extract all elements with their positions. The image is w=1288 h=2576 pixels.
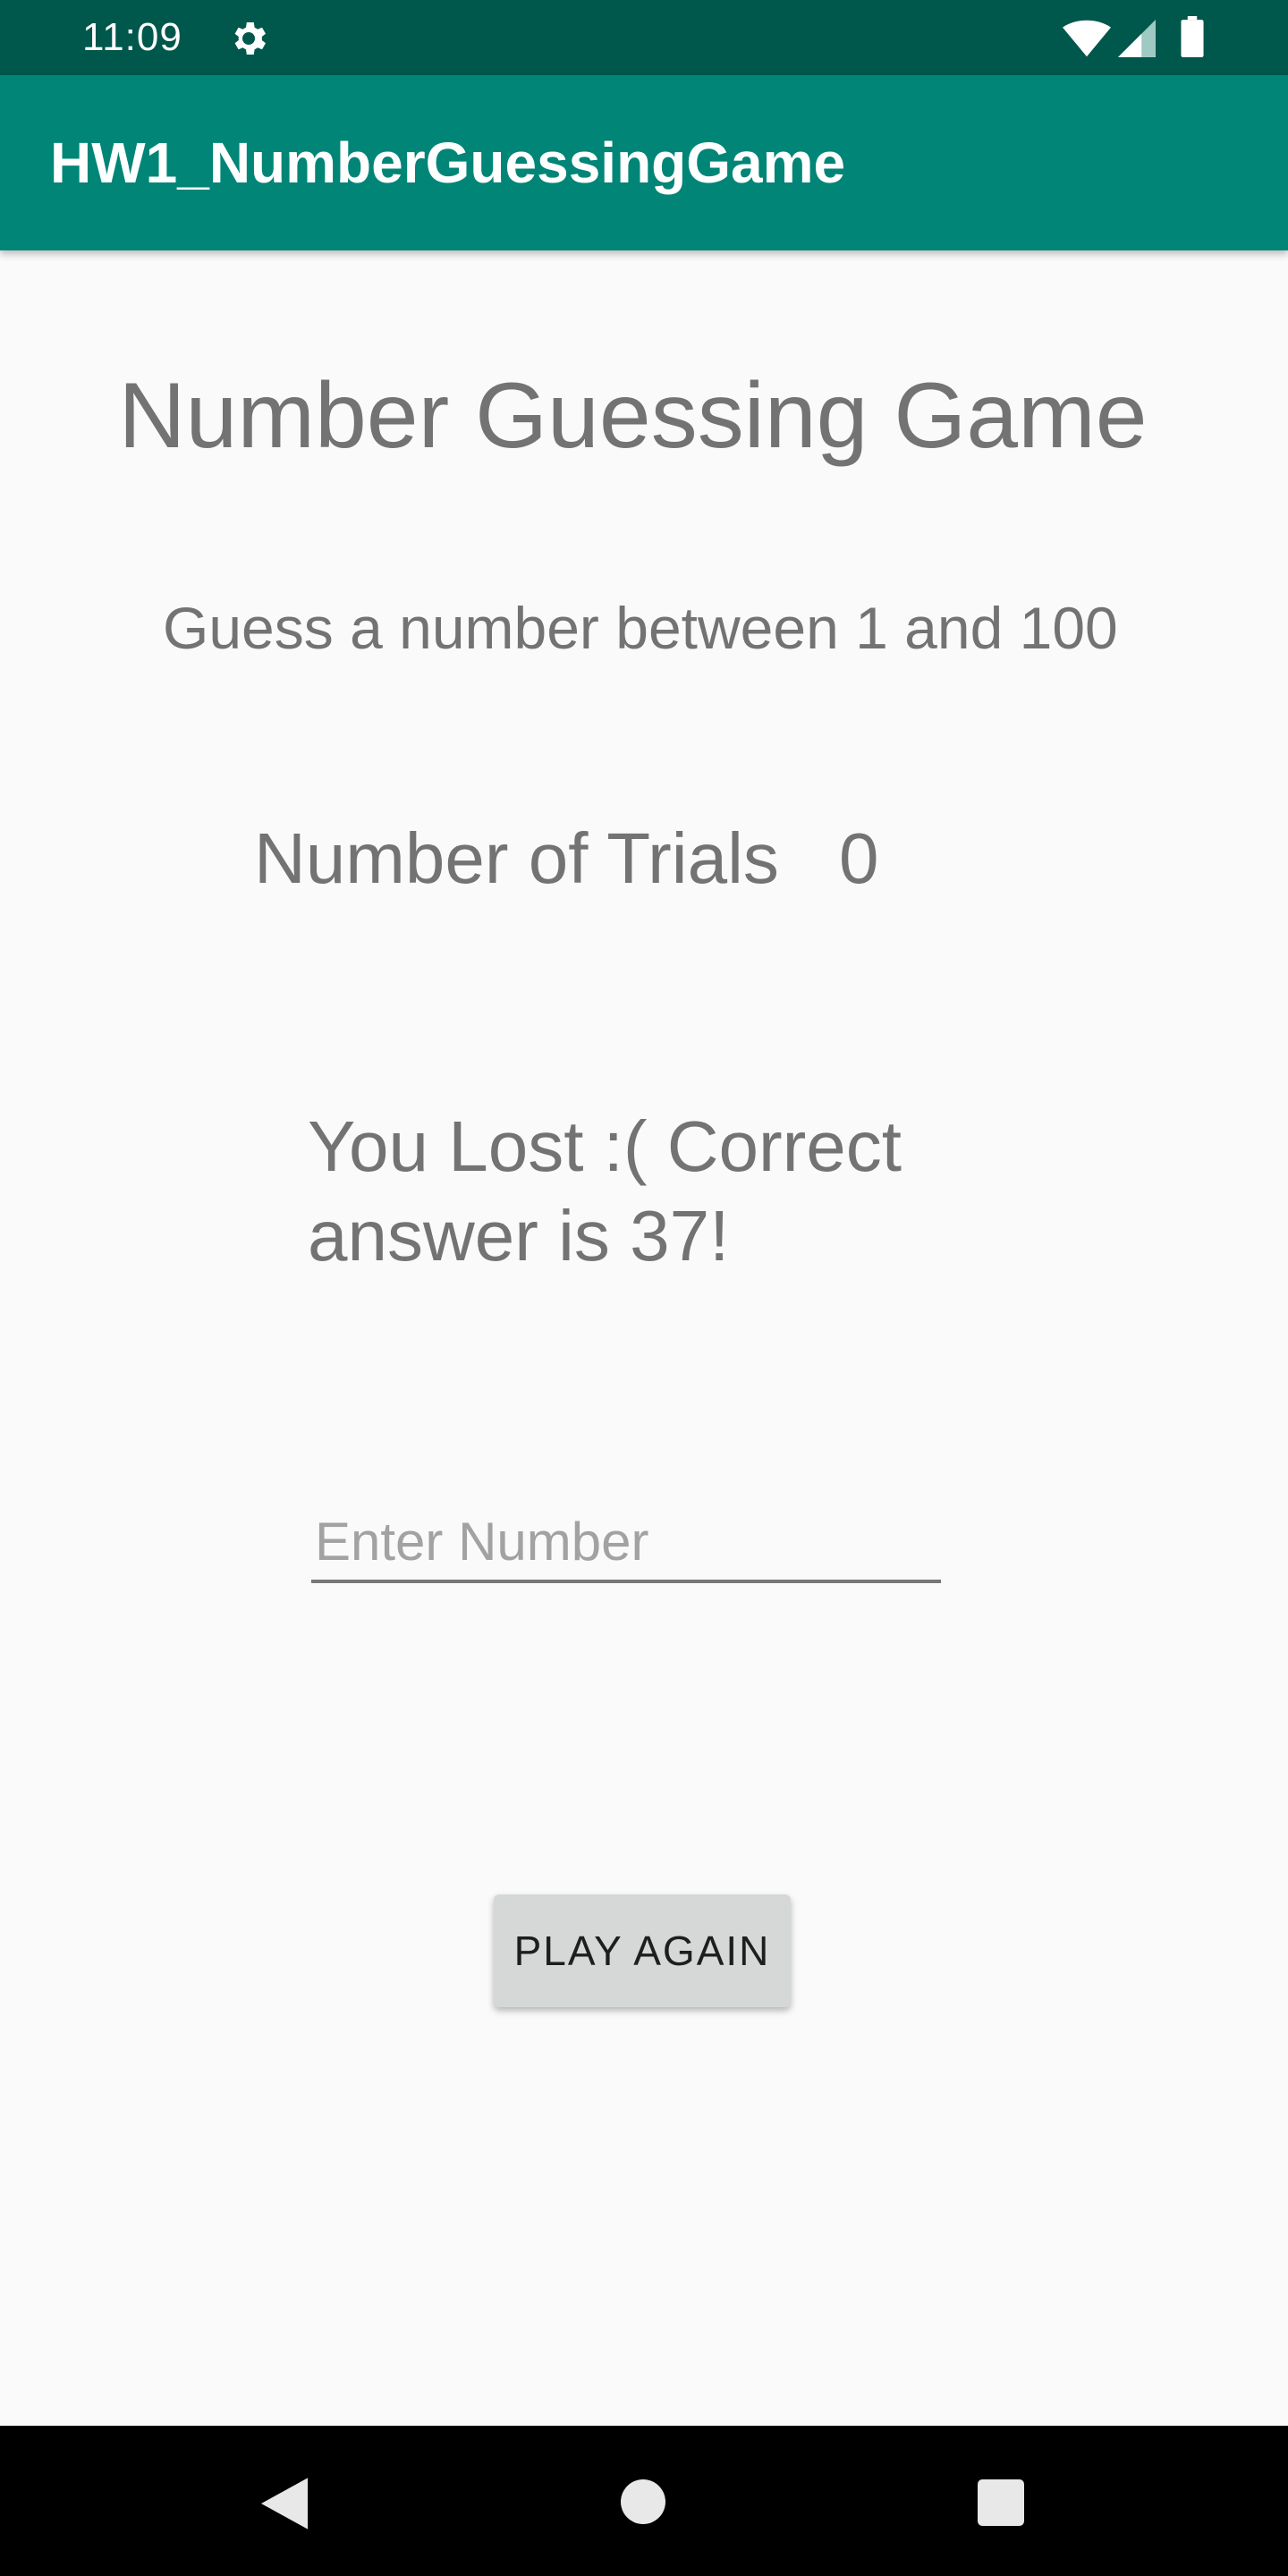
screen: 11:09 HW1_NumberGuessingGame Number Gues… — [0, 0, 1288, 2576]
trials-label: Number of Trials — [254, 818, 779, 898]
back-icon[interactable] — [261, 2478, 308, 2529]
number-input[interactable] — [311, 1503, 941, 1583]
signal-icon — [1118, 20, 1156, 57]
recents-icon[interactable] — [978, 2479, 1024, 2526]
home-icon[interactable] — [621, 2479, 665, 2524]
app-bar: HW1_NumberGuessingGame — [0, 75, 1288, 250]
battery-icon — [1181, 16, 1204, 57]
navigation-bar — [0, 2426, 1288, 2576]
status-bar: 11:09 — [0, 0, 1288, 75]
wifi-icon — [1063, 20, 1111, 57]
status-time: 11:09 — [82, 15, 182, 59]
gear-icon — [234, 22, 266, 55]
trials-count: 0 — [839, 818, 879, 898]
result-message: You Lost :( Correct answer is 37! — [308, 1106, 902, 1275]
play-again-button[interactable]: PLAY AGAIN — [494, 1894, 791, 2007]
instructions-text: Guess a number between 1 and 100 — [163, 595, 1118, 661]
page-title: Number Guessing Game — [118, 364, 1148, 468]
app-title: HW1_NumberGuessingGame — [50, 131, 846, 195]
